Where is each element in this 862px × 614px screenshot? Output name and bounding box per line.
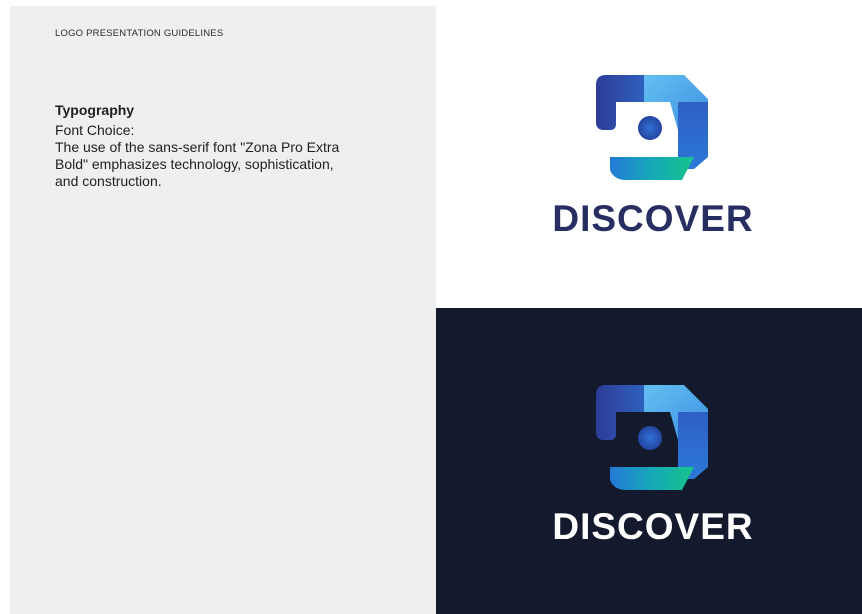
discover-logo-mark-icon <box>596 75 708 180</box>
logo-light-panel: DISCOVER <box>436 0 862 308</box>
logo-wordmark: DISCOVER <box>552 506 754 547</box>
section-body: The use of the sans-serif font "Zona Pro… <box>55 139 340 189</box>
presentation-page: LOGO PRESENTATION GUIDELINES Typography … <box>0 0 862 614</box>
logo-wordmark: DISCOVER <box>552 198 754 239</box>
page-title: LOGO PRESENTATION GUIDELINES <box>55 28 224 39</box>
logo-dark-panel: DISCOVER <box>436 308 862 614</box>
typography-section: Typography Font Choice: The use of the s… <box>55 102 355 190</box>
section-label: Font Choice: <box>55 122 135 138</box>
discover-logo-mark-icon <box>596 385 708 490</box>
section-heading: Typography <box>55 102 135 118</box>
guidelines-panel: LOGO PRESENTATION GUIDELINES Typography … <box>10 6 436 614</box>
